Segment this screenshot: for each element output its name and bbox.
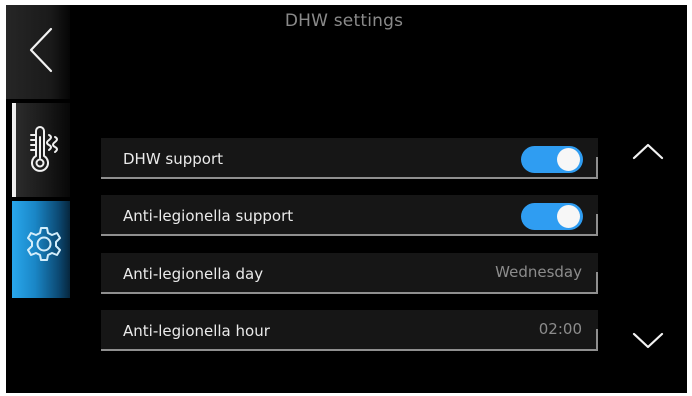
setting-row-dhw-support[interactable]: DHW support	[101, 138, 598, 179]
scroll-down-button[interactable]	[628, 329, 668, 353]
toggle-knob	[557, 148, 580, 171]
setting-row-anti-legionella-hour[interactable]: Anti-legionella hour 02:00	[101, 310, 598, 351]
page-title: DHW settings	[284, 11, 404, 31]
chevron-down-icon	[632, 332, 664, 349]
setting-label: Anti-legionella support	[123, 207, 294, 225]
chevron-up-icon	[632, 143, 664, 160]
tab-heating[interactable]	[12, 103, 70, 197]
setting-value: 02:00	[538, 320, 582, 338]
dhw-support-toggle[interactable]	[521, 146, 583, 173]
thermometer-heat-icon	[30, 126, 58, 172]
toggle-knob	[557, 205, 580, 228]
setting-row-anti-legionella-day[interactable]: Anti-legionella day Wednesday	[101, 253, 598, 294]
chevron-left-icon	[29, 27, 53, 73]
tab-settings[interactable]	[12, 201, 70, 298]
setting-value: Wednesday	[495, 263, 582, 281]
back-button[interactable]	[6, 5, 70, 99]
anti-legionella-support-toggle[interactable]	[521, 203, 583, 230]
gear-icon	[27, 227, 61, 261]
setting-label: Anti-legionella hour	[123, 322, 270, 340]
setting-row-anti-legionella-support[interactable]: Anti-legionella support	[101, 195, 598, 236]
dhw-settings-screen: DHW settings DHW support Anti-legionella…	[6, 5, 687, 393]
scroll-up-button[interactable]	[628, 139, 668, 163]
setting-label: DHW support	[123, 150, 224, 168]
tab-heating-background	[16, 103, 70, 197]
setting-label: Anti-legionella day	[123, 265, 264, 283]
